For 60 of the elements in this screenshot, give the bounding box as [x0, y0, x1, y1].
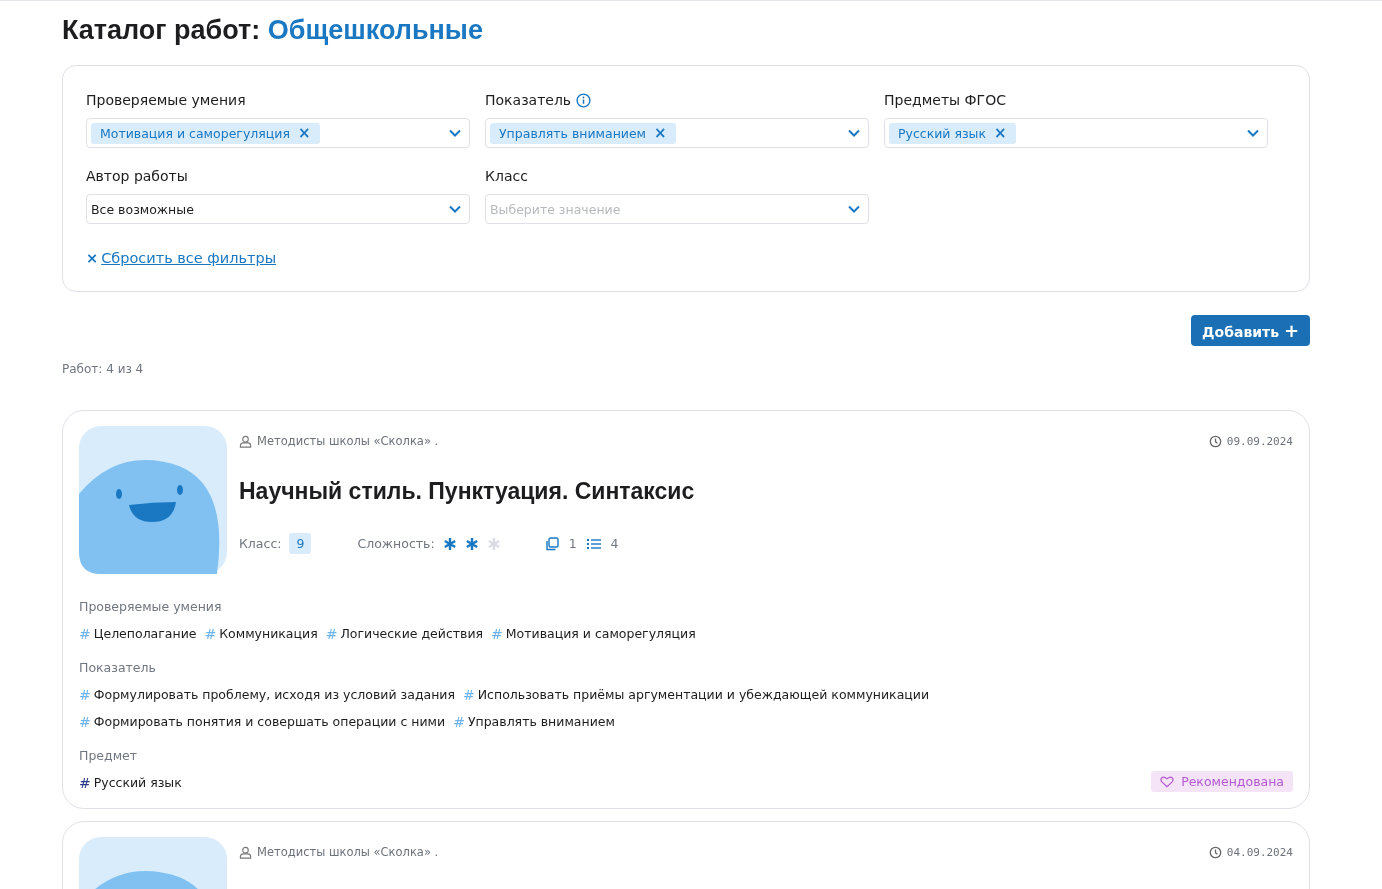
complexity-label: Сложность:: [357, 536, 435, 551]
chevron-down-icon: [848, 129, 860, 137]
work-card[interactable]: Методисты школы «Сколка» . 04.09.2024: [62, 821, 1310, 889]
clock-icon: [1208, 845, 1222, 859]
tasks-count: 4: [610, 536, 619, 551]
tag-link[interactable]: # Целеполагание: [79, 625, 197, 643]
field-label: Проверяемые умения: [86, 92, 246, 108]
field-label: Предметы ФГОС: [884, 92, 1006, 108]
tag-link[interactable]: # Формулировать проблему, исходя из условий задания: [79, 686, 455, 704]
tag-link[interactable]: # Русский язык: [79, 774, 182, 792]
star-icon: [442, 536, 457, 551]
copies-count: 1: [568, 536, 577, 551]
chevron-down-icon: [449, 129, 461, 137]
author-text: Методисты школы «Сколка» .: [257, 845, 439, 859]
person-icon: [239, 434, 252, 448]
chevron-down-icon: [1247, 129, 1259, 137]
tag-link[interactable]: # Коммуникация: [204, 625, 318, 643]
remove-button[interactable]: ×: [654, 125, 667, 141]
work-title[interactable]: Научный стиль. Пунктуация. Синтаксис: [239, 478, 1293, 505]
remove-button[interactable]: ×: [994, 125, 1007, 141]
date-text: 04.09.2024: [1226, 845, 1293, 859]
select-field[interactable]: Мотивация и саморегуляция ×: [86, 118, 470, 148]
work-card[interactable]: [62, 410, 1310, 809]
grade-badge: 9: [289, 533, 312, 554]
section-title: Общешкольные: [267, 15, 483, 45]
chevron-down-icon: [848, 205, 860, 213]
works-count: Работ: 4 из 4: [62, 362, 145, 376]
page-title: Каталог работ:: [62, 15, 261, 45]
chip-label: Русский язык: [898, 125, 987, 141]
person-icon: [239, 845, 252, 859]
chevron-down-icon: [449, 205, 461, 213]
tag-link[interactable]: # Формировать понятия и совершать операции с ними: [79, 713, 446, 731]
tag-link[interactable]: # Управлять вниманием: [453, 713, 615, 731]
add-button[interactable]: Добавить +: [1191, 315, 1310, 346]
group-title: Показатель: [79, 659, 157, 677]
select-field[interactable]: Русский язык ×: [884, 118, 1268, 148]
copies-icon: [544, 536, 559, 551]
author-text: Методисты школы «Сколка» .: [257, 434, 439, 448]
select-field[interactable]: Все возможные: [86, 194, 470, 224]
date-text: 09.09.2024: [1226, 434, 1293, 448]
star-icon: [486, 536, 501, 551]
chip-label: Управлять вниманием: [499, 125, 647, 141]
field-label: Показатель: [485, 92, 572, 108]
tag-link[interactable]: # Логические действия: [325, 625, 484, 643]
tag-link[interactable]: # Использовать приёмы аргументации и убеждающей коммуникации: [463, 686, 930, 704]
recommended-badge: Рекомендована: [1151, 771, 1293, 792]
field-label: Автор работы: [86, 168, 188, 184]
group-title: Проверяемые умения: [79, 598, 223, 616]
chip-label: Мотивация и саморегуляция: [100, 125, 290, 141]
reset-filters-link[interactable]: × Сбросить все фильтры: [86, 250, 277, 266]
grade-label: Класс:: [239, 536, 282, 551]
remove-button[interactable]: ×: [297, 125, 311, 141]
clock-icon: [1208, 434, 1222, 448]
tag-link[interactable]: # Мотивация и саморегуляция: [491, 625, 696, 643]
select-field[interactable]: Управлять вниманием ×: [485, 118, 869, 148]
group-title: Предмет: [79, 747, 139, 765]
field-label: Класс: [485, 168, 528, 184]
star-icon: [464, 536, 479, 551]
info-icon[interactable]: [576, 92, 592, 108]
list-icon: [586, 536, 601, 551]
